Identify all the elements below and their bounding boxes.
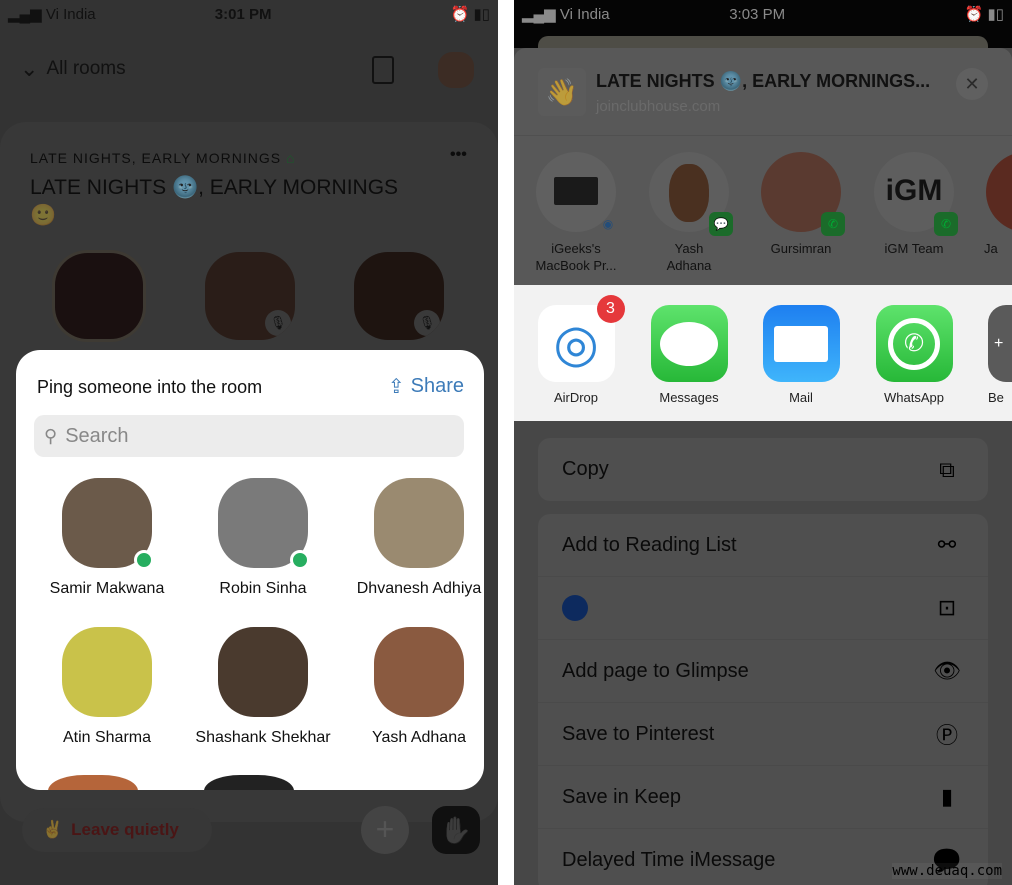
muted-mic-icon: 🎙 — [265, 310, 291, 336]
square-dot-icon: ⊡ — [937, 595, 957, 620]
action-add-to-reading-list[interactable]: Add to Reading List ⚯ — [538, 514, 988, 577]
person-name: Samir Makwana — [49, 580, 165, 597]
club-name[interactable]: LATE NIGHTS, EARLY MORNINGS ⌂ — [30, 150, 295, 166]
raise-hand-icon[interactable]: ✋ — [432, 806, 480, 854]
pinterest-icon: Ⓟ — [935, 723, 958, 748]
person-item[interactable]: Yash Adhana — [344, 627, 484, 747]
profile-avatar[interactable] — [438, 52, 474, 88]
room-title: LATE NIGHTS 🌚, EARLY MORNINGS 🙂 — [30, 176, 399, 227]
share-sheet-screen: ▂▄▆ Vi India 3:03 PM ⏰ ▮▯ 👋 LATE NIGHTS … — [514, 0, 1012, 885]
whatsapp-badge-icon: ✆ — [821, 212, 845, 236]
action-copy[interactable]: Copy ⧉ — [538, 438, 988, 501]
peace-icon: ✌️ — [42, 820, 64, 839]
person-item[interactable]: Dhvanesh Adhiya — [344, 478, 484, 598]
blue-dot-icon — [562, 595, 588, 621]
person-item[interactable]: Atin Sharma — [32, 627, 182, 747]
person-avatar — [62, 478, 154, 570]
app-messages[interactable]: Messages — [639, 305, 739, 405]
contact-macbook[interactable]: ◉ iGeeks's MacBook Pr... — [526, 152, 626, 274]
battery-icon: ⏰ ▮▯ — [450, 6, 490, 23]
time: 3:03 PM — [729, 5, 786, 23]
contact-gursimran[interactable]: ✆ Gursimran — [751, 152, 851, 257]
share-url: joinclubhouse.com — [596, 98, 721, 115]
action-add-page-to-glimpse[interactable]: Add page to Glimpse 👁 — [538, 640, 988, 703]
person-name: Robin Sinha — [219, 580, 307, 597]
eye-icon: 👁 — [933, 658, 961, 683]
messages-badge-icon: 💬 — [709, 212, 733, 236]
document-icon[interactable] — [372, 56, 394, 84]
action-unnamed[interactable]: ⊡ — [538, 577, 988, 640]
share-title: LATE NIGHTS 🌚, EARLY MORNINGS... — [596, 71, 931, 91]
speaker-avatar[interactable] — [52, 250, 146, 342]
leave-quietly-button[interactable]: ✌️ Leave quietly — [22, 808, 212, 852]
person-avatar — [218, 627, 308, 717]
search-icon: ⚲ — [44, 425, 58, 446]
speaker-avatar[interactable]: 🎙 — [205, 252, 295, 340]
whatsapp-icon: ✆ — [888, 317, 940, 370]
airdrop-badge-icon: ◉ — [602, 217, 614, 231]
contact-igm-team[interactable]: iGM ✆ iGM Team — [864, 152, 964, 257]
link-thumbnail: 👋 — [538, 68, 586, 116]
search-input[interactable]: ⚲ Search — [34, 415, 464, 457]
status-bar: ▂▄▆ Vi India 3:01 PM ⏰ ▮▯ — [8, 4, 490, 24]
share-button[interactable]: ⇪ Share — [388, 374, 464, 399]
bookmark-icon: ▮ — [940, 784, 954, 809]
actions-group-1: Copy ⧉ — [538, 438, 988, 501]
person-avatar[interactable] — [204, 775, 294, 790]
airdrop-icon: ◎ — [553, 314, 599, 373]
home-icon: ⌂ — [285, 150, 296, 166]
ping-title: Ping someone into the room — [37, 377, 263, 397]
carrier: ▂▄▆ Vi India — [8, 6, 96, 23]
time: 3:01 PM — [214, 5, 272, 23]
mail-icon — [774, 325, 828, 362]
messages-icon — [660, 321, 718, 366]
online-indicator — [290, 550, 310, 570]
person-name: Dhvanesh Adhiya — [356, 580, 482, 597]
chevron-down-icon: ⌄ — [20, 56, 39, 81]
whatsapp-badge-icon: ✆ — [934, 212, 958, 236]
action-save-in-keep[interactable]: Save in Keep ▮ — [538, 766, 988, 829]
person-item[interactable]: Robin Sinha — [188, 478, 338, 598]
person-name: Yash Adhana — [371, 729, 466, 746]
actions-group-2: Add to Reading List ⚯ ⊡ Add page to Glimpse… — [538, 514, 988, 885]
igm-logo: iGM — [885, 174, 943, 207]
close-button[interactable]: ✕ — [956, 68, 988, 100]
status-bar: ▂▄▆ Vi India 3:03 PM ⏰ ▮▯ — [522, 4, 1004, 24]
app-airdrop[interactable]: ◎ 3 AirDrop — [526, 295, 626, 405]
battery-icon: ⏰ ▮▯ — [964, 6, 1004, 23]
ping-modal: Ping someone into the room ⇪ Share ⚲ Searc… — [16, 350, 484, 790]
online-indicator — [134, 550, 154, 570]
person-item[interactable]: Samir Makwana — [32, 478, 182, 598]
carrier: ▂▄▆ Vi India — [522, 6, 610, 23]
watermark: www.deuaq.com — [892, 863, 1002, 879]
clubhouse-room-screen: ▂▄▆ Vi India 3:01 PM ⏰ ▮▯ ⌄ All rooms LA… — [0, 0, 498, 885]
contact-partial[interactable]: Ja — [976, 152, 1012, 257]
more-app-icon: + — [988, 305, 1012, 382]
person-name: Atin Sharma — [62, 729, 152, 746]
app-mail[interactable]: Mail — [751, 305, 851, 405]
person-avatar — [374, 478, 464, 568]
person-name: Shashank Shekhar — [195, 729, 331, 746]
app-whatsapp[interactable]: ✆ WhatsApp — [864, 305, 964, 405]
add-button[interactable]: + — [361, 806, 409, 854]
person-avatar — [218, 478, 310, 570]
glasses-icon: ⚯ — [937, 532, 957, 557]
person-avatar[interactable] — [48, 775, 138, 790]
notification-badge: 3 — [596, 295, 625, 323]
muted-mic-icon: 🎙 — [414, 310, 440, 336]
app-partial[interactable]: + Be — [976, 305, 1012, 405]
more-options-button[interactable]: ••• — [450, 146, 467, 164]
contact-yash-adhana[interactable]: 💬 Yash Adhana — [639, 152, 739, 274]
speaker-avatar[interactable]: 🎙 — [354, 252, 444, 340]
person-item[interactable]: Shashank Shekhar — [188, 627, 338, 747]
person-avatar — [62, 627, 152, 717]
share-icon: ⇪ — [387, 376, 405, 398]
person-avatar — [374, 627, 464, 717]
action-save-to-pinterest[interactable]: Save to Pinterest Ⓟ — [538, 703, 988, 766]
copy-icon: ⧉ — [939, 456, 955, 482]
all-rooms-button[interactable]: ⌄ All rooms — [20, 56, 126, 82]
